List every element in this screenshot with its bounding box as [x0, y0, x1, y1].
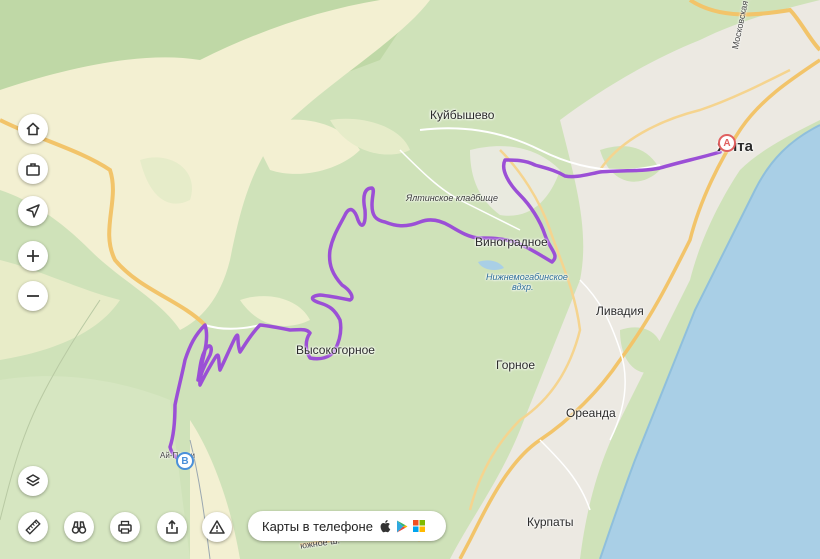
place-label-vinogradnoe: Виноградное	[475, 235, 548, 249]
zoom-in-button[interactable]	[18, 241, 48, 271]
binoculars-icon	[71, 521, 87, 534]
plus-icon	[27, 250, 39, 262]
locate-button[interactable]	[18, 196, 48, 226]
place-label-kurpaty: Курпаты	[527, 515, 574, 529]
route-overlay	[168, 150, 722, 462]
place-label-kuibyshevo: Куйбышево	[430, 108, 495, 122]
layers-button[interactable]	[18, 466, 48, 496]
briefcase-button[interactable]	[18, 154, 48, 184]
place-label-reservoir: Нижнемогабинское вдхр.	[486, 272, 568, 292]
mobile-app-promo[interactable]: Карты в телефоне	[248, 511, 446, 541]
ruler-button[interactable]	[18, 512, 48, 542]
panorama-button[interactable]	[64, 512, 94, 542]
map-canvas[interactable]: Куйбышево Ялтинское кладбище Виноградное…	[0, 0, 820, 559]
share-icon	[166, 519, 178, 534]
route-start-marker[interactable]: A	[718, 134, 736, 152]
home-button[interactable]	[18, 114, 48, 144]
ruler-icon	[25, 519, 41, 535]
place-label-livadia: Ливадия	[596, 304, 644, 318]
minus-icon	[27, 295, 39, 297]
home-icon	[26, 122, 40, 136]
store-icons	[379, 519, 425, 533]
briefcase-icon	[26, 163, 40, 176]
zoom-out-button[interactable]	[18, 281, 48, 311]
report-button[interactable]	[202, 512, 232, 542]
navigation-arrow-icon	[26, 204, 40, 218]
place-label-gornoe: Горное	[496, 358, 536, 372]
windows-icon[interactable]	[412, 520, 425, 532]
apple-icon[interactable]	[379, 519, 391, 533]
reservoir-suffix: вдхр.	[512, 282, 534, 292]
warning-icon	[209, 520, 225, 534]
printer-icon	[118, 520, 132, 534]
place-label-cemetery: Ялтинское кладбище	[406, 193, 498, 203]
layers-icon	[26, 474, 40, 487]
route-end-marker[interactable]: B	[176, 452, 194, 470]
share-button[interactable]	[157, 512, 187, 542]
place-label-vysokogornoe: Высокогорное	[296, 343, 375, 357]
promo-label: Карты в телефоне	[262, 518, 373, 534]
google-play-icon[interactable]	[396, 520, 408, 533]
reservoir-name: Нижнемогабинское	[486, 272, 568, 282]
print-button[interactable]	[110, 512, 140, 542]
place-label-oreanda: Ореанда	[566, 406, 616, 420]
